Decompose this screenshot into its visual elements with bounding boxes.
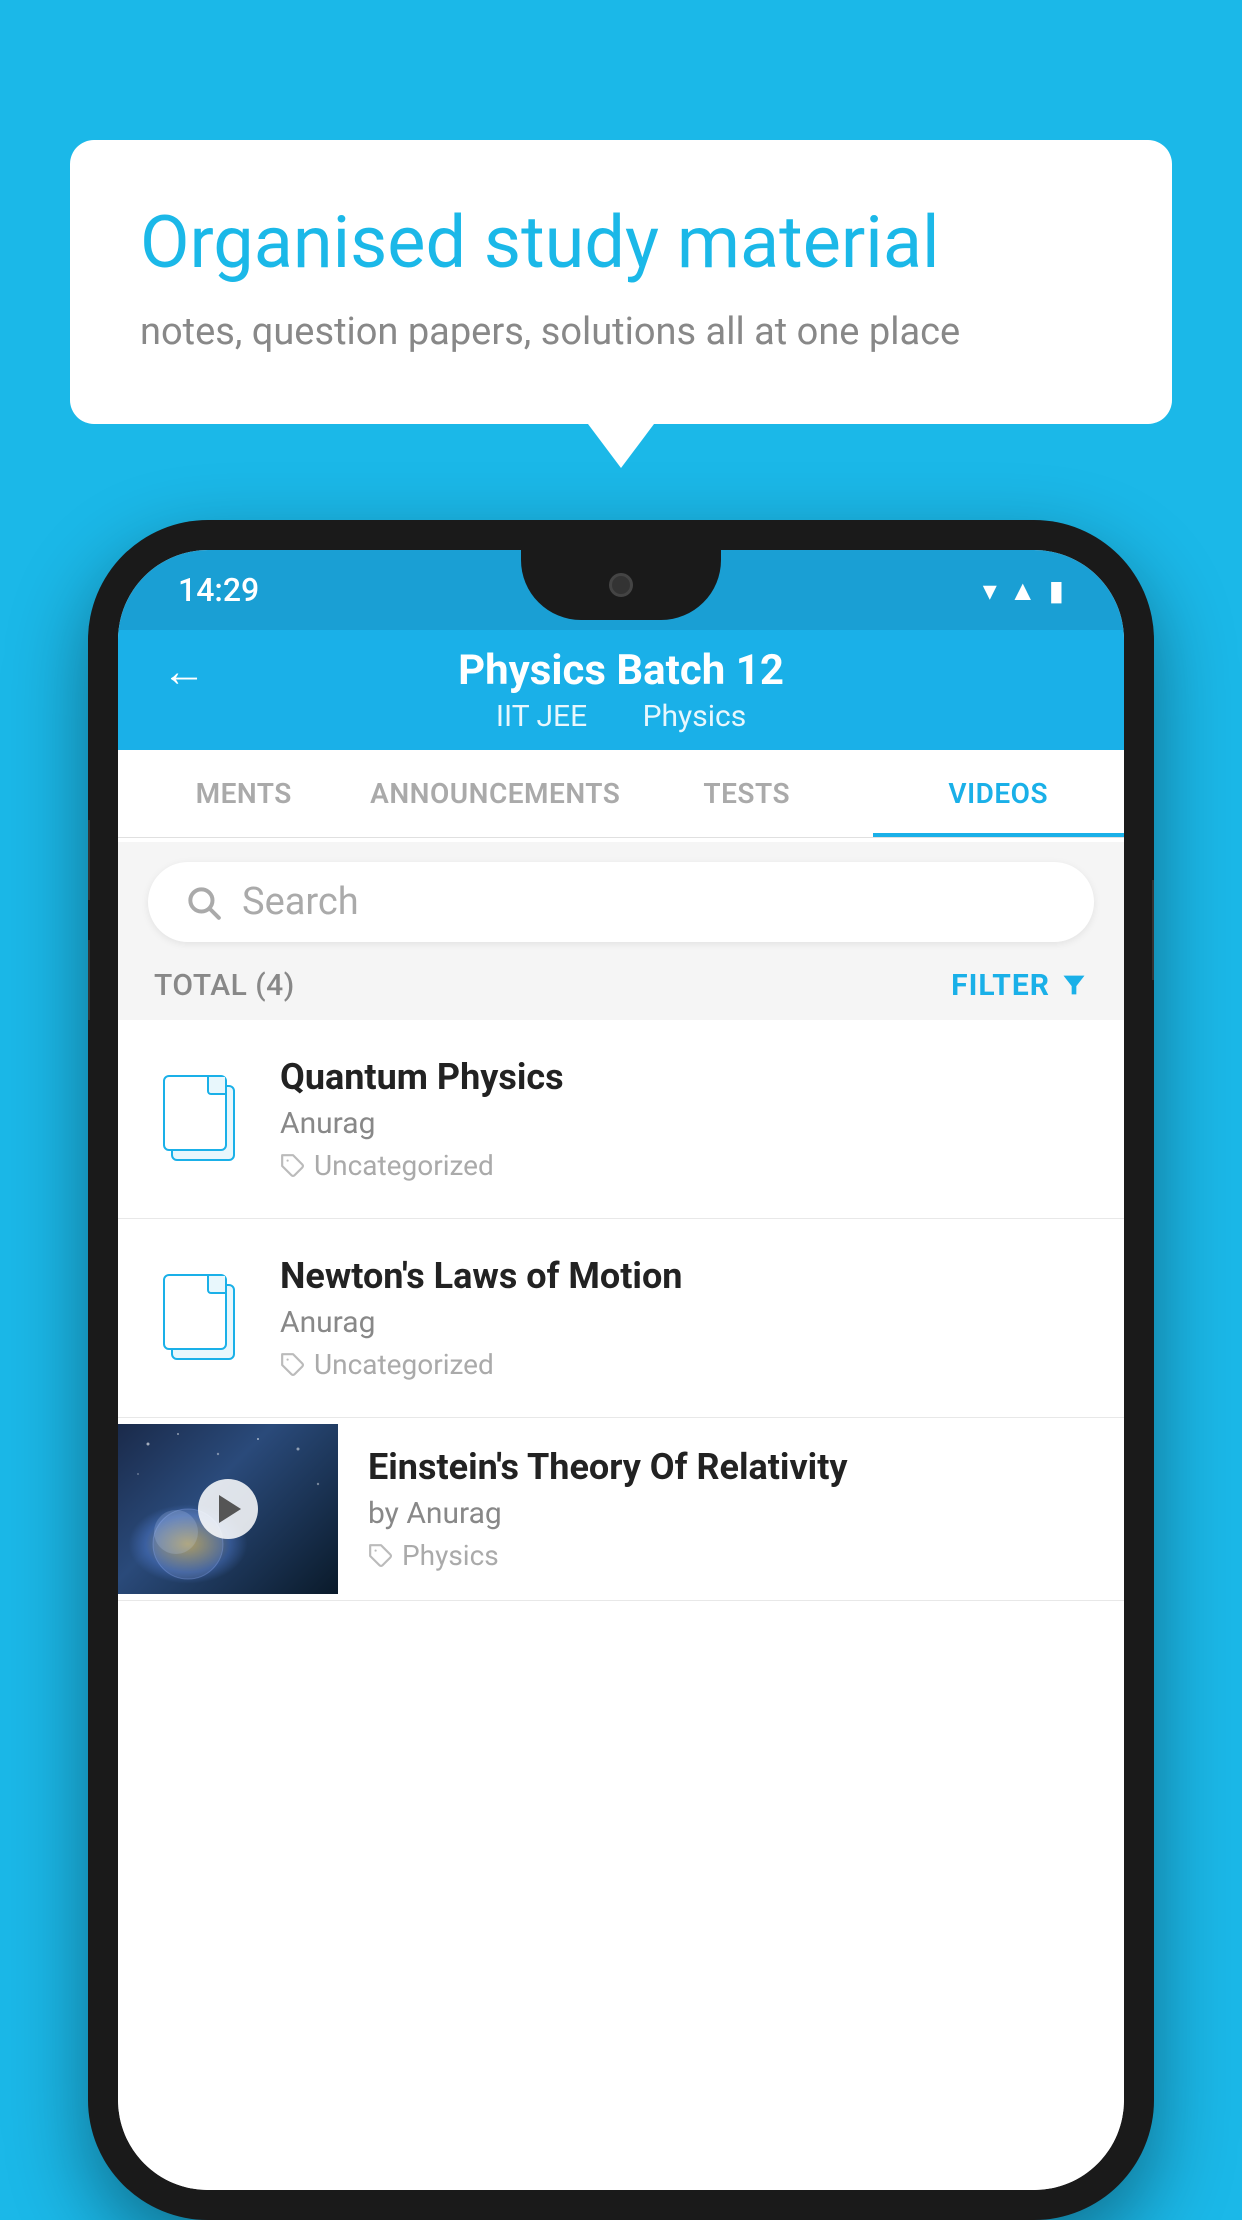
content-area: Quantum Physics Anurag Uncategorized bbox=[118, 1020, 1124, 2190]
search-placeholder: Search bbox=[242, 880, 359, 924]
tag-icon bbox=[280, 1352, 306, 1378]
filter-icon bbox=[1060, 971, 1088, 999]
tab-announcements[interactable]: ANNOUNCEMENTS bbox=[370, 750, 622, 837]
list-item[interactable]: Quantum Physics Anurag Uncategorized bbox=[118, 1020, 1124, 1219]
item-icon-wrapper bbox=[154, 1069, 244, 1169]
battery-icon: ▮ bbox=[1049, 574, 1064, 607]
phone-screen: 14:29 ▾ ▲ ▮ ← Physics Batch 12 IIT JEE P… bbox=[118, 550, 1124, 2190]
video-title: Einstein's Theory Of Relativity bbox=[368, 1446, 1094, 1488]
signal-icon: ▲ bbox=[1009, 574, 1037, 607]
header-row: ← Physics Batch 12 bbox=[118, 646, 1124, 695]
speech-bubble: Organised study material notes, question… bbox=[70, 140, 1172, 424]
front-camera bbox=[609, 573, 633, 597]
file-icon bbox=[163, 1274, 235, 1362]
video-author: by Anurag bbox=[368, 1496, 1094, 1531]
phone-frame: 14:29 ▾ ▲ ▮ ← Physics Batch 12 IIT JEE P… bbox=[88, 520, 1154, 2220]
file-icon-front bbox=[163, 1274, 227, 1350]
item-title: Quantum Physics bbox=[280, 1056, 1088, 1098]
item-author: Anurag bbox=[280, 1305, 1088, 1340]
search-bar-wrapper: Search bbox=[118, 842, 1124, 962]
file-icon bbox=[163, 1075, 235, 1163]
wifi-icon: ▾ bbox=[983, 574, 997, 607]
back-button[interactable]: ← bbox=[162, 645, 206, 697]
item-author: Anurag bbox=[280, 1106, 1088, 1141]
file-icon-fold bbox=[207, 1077, 225, 1095]
header-subtitle-part1: IIT JEE bbox=[496, 699, 587, 734]
total-count: TOTAL (4) bbox=[154, 968, 295, 1003]
list-item[interactable]: Newton's Laws of Motion Anurag Uncategor… bbox=[118, 1219, 1124, 1418]
bubble-title: Organised study material bbox=[140, 200, 1102, 286]
item-title: Newton's Laws of Motion bbox=[280, 1255, 1088, 1297]
volume-down-button bbox=[88, 940, 90, 1020]
status-time: 14:29 bbox=[178, 571, 259, 609]
phone-notch bbox=[521, 550, 721, 620]
search-bar[interactable]: Search bbox=[148, 862, 1094, 942]
item-icon-wrapper bbox=[154, 1268, 244, 1368]
header-subtitle-part2: Physics bbox=[643, 699, 747, 734]
list-item-video[interactable]: Einstein's Theory Of Relativity by Anura… bbox=[118, 1418, 1124, 1601]
video-category: Physics bbox=[402, 1539, 499, 1572]
item-tag-row: Uncategorized bbox=[280, 1149, 1088, 1182]
bubble-subtitle: notes, question papers, solutions all at… bbox=[140, 310, 1102, 354]
header-title: Physics Batch 12 bbox=[458, 646, 784, 695]
file-icon-front bbox=[163, 1075, 227, 1151]
filter-button[interactable]: FILTER bbox=[951, 968, 1088, 1003]
status-icons: ▾ ▲ ▮ bbox=[983, 574, 1064, 607]
item-details: Quantum Physics Anurag Uncategorized bbox=[280, 1056, 1088, 1182]
tab-tests[interactable]: TESTS bbox=[621, 750, 873, 837]
play-button[interactable] bbox=[198, 1479, 258, 1539]
item-category: Uncategorized bbox=[314, 1149, 494, 1182]
item-category: Uncategorized bbox=[314, 1348, 494, 1381]
tab-videos[interactable]: VIDEOS bbox=[873, 750, 1125, 837]
power-button bbox=[1152, 880, 1154, 980]
volume-up-button bbox=[88, 820, 90, 900]
tab-ments[interactable]: MENTS bbox=[118, 750, 370, 837]
video-tag-row: Physics bbox=[368, 1539, 1094, 1572]
video-thumbnail bbox=[118, 1424, 338, 1594]
filter-row: TOTAL (4) FILTER bbox=[118, 950, 1124, 1020]
video-details: Einstein's Theory Of Relativity by Anura… bbox=[338, 1418, 1124, 1600]
filter-label: FILTER bbox=[951, 968, 1050, 1003]
header-subtitle: IIT JEE Physics bbox=[484, 699, 758, 734]
speech-bubble-section: Organised study material notes, question… bbox=[70, 140, 1172, 424]
play-triangle bbox=[219, 1495, 241, 1523]
tabs-bar: MENTS ANNOUNCEMENTS TESTS VIDEOS bbox=[118, 750, 1124, 838]
app-header: ← Physics Batch 12 IIT JEE Physics bbox=[118, 630, 1124, 750]
item-details: Newton's Laws of Motion Anurag Uncategor… bbox=[280, 1255, 1088, 1381]
search-icon bbox=[184, 883, 222, 921]
tag-icon bbox=[368, 1543, 394, 1569]
tag-icon bbox=[280, 1153, 306, 1179]
file-icon-fold bbox=[207, 1276, 225, 1294]
item-tag-row: Uncategorized bbox=[280, 1348, 1088, 1381]
